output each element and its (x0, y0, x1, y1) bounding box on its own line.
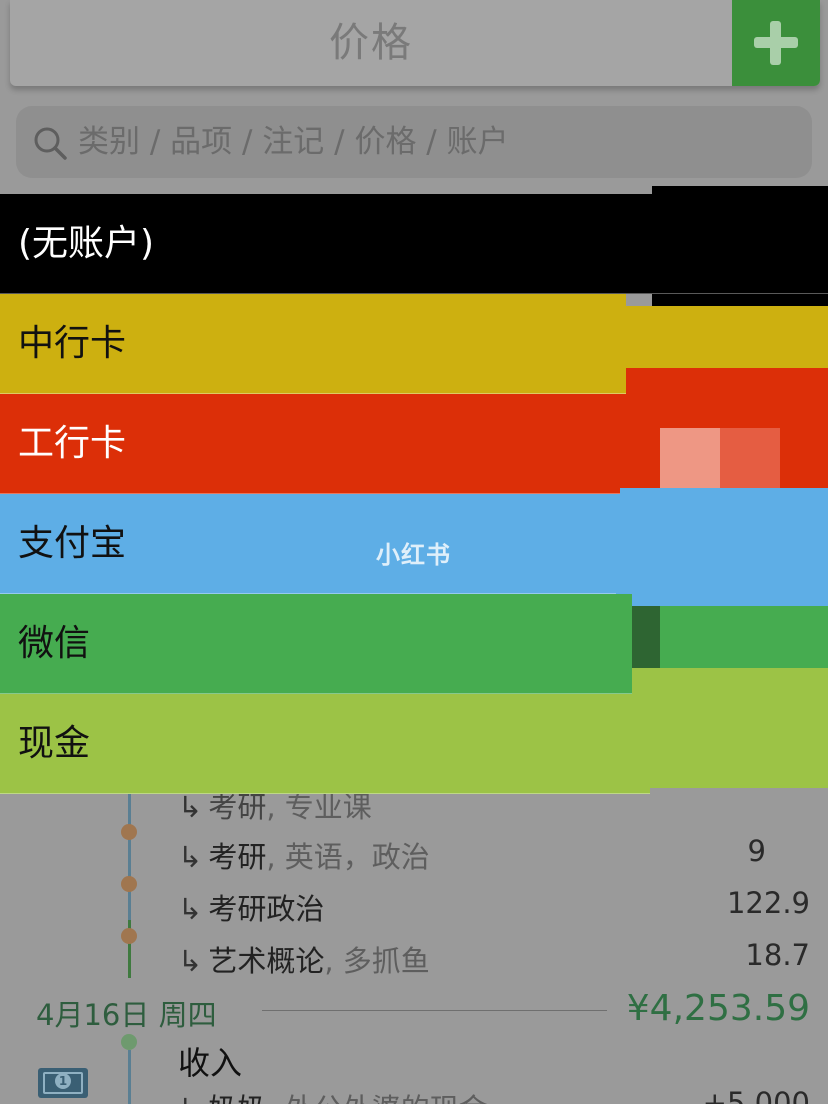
timeline-line (128, 780, 131, 920)
account-item-alipay[interactable]: 支付宝 (0, 494, 616, 594)
divider (262, 1010, 607, 1011)
timeline-dot (121, 928, 137, 944)
timeline-dot (121, 824, 137, 840)
price-title: 价格 (329, 20, 413, 66)
watermark: 小红书 (376, 541, 451, 569)
account-item-boc-card[interactable]: 中行卡 (0, 294, 626, 394)
timeline-line (128, 1050, 131, 1104)
search-icon (34, 127, 67, 160)
account-menu: (无账户) 中行卡 工行卡 支付宝 微信 现金 (0, 194, 828, 794)
price-header: 价格 (10, 0, 820, 86)
search-input[interactable]: 类别 / 品项 / 注记 / 价格 / 账户 (16, 106, 812, 178)
day-total: ¥4,253.59 (626, 988, 810, 1029)
income-category[interactable]: 收入 (178, 1038, 242, 1084)
timeline-dot (121, 1034, 137, 1050)
timeline-dot (121, 876, 137, 892)
search-placeholder: 类别 / 品项 / 注记 / 价格 / 账户 (78, 124, 509, 160)
account-item-none[interactable]: (无账户) (0, 194, 828, 294)
list-item[interactable]: ↳奶奶, 外公外婆的现金 +5,000 (178, 1086, 810, 1104)
day-date: 4月16日 周四 (36, 998, 217, 1032)
list-item[interactable]: ↳ 艺术概论, 多抓鱼 18.7 (178, 938, 810, 986)
banknote-icon: 1 (38, 1068, 88, 1098)
list-item[interactable]: ↳ 考研政治 122.9 (178, 886, 810, 934)
account-item-cash[interactable]: 现金 (0, 694, 650, 794)
transaction-list: ↳ 考研, 专业课 ↳ 考研, 英语，政治 9 ↳ 考研政治 122.9 ↳ 艺术概论,… (0, 780, 828, 1104)
account-item-icbc-card[interactable]: 工行卡 (0, 394, 620, 494)
add-button[interactable] (732, 0, 820, 86)
list-item[interactable]: ↳ 考研, 英语，政治 9 (178, 834, 810, 882)
account-item-wechat[interactable]: 微信 (0, 594, 632, 694)
